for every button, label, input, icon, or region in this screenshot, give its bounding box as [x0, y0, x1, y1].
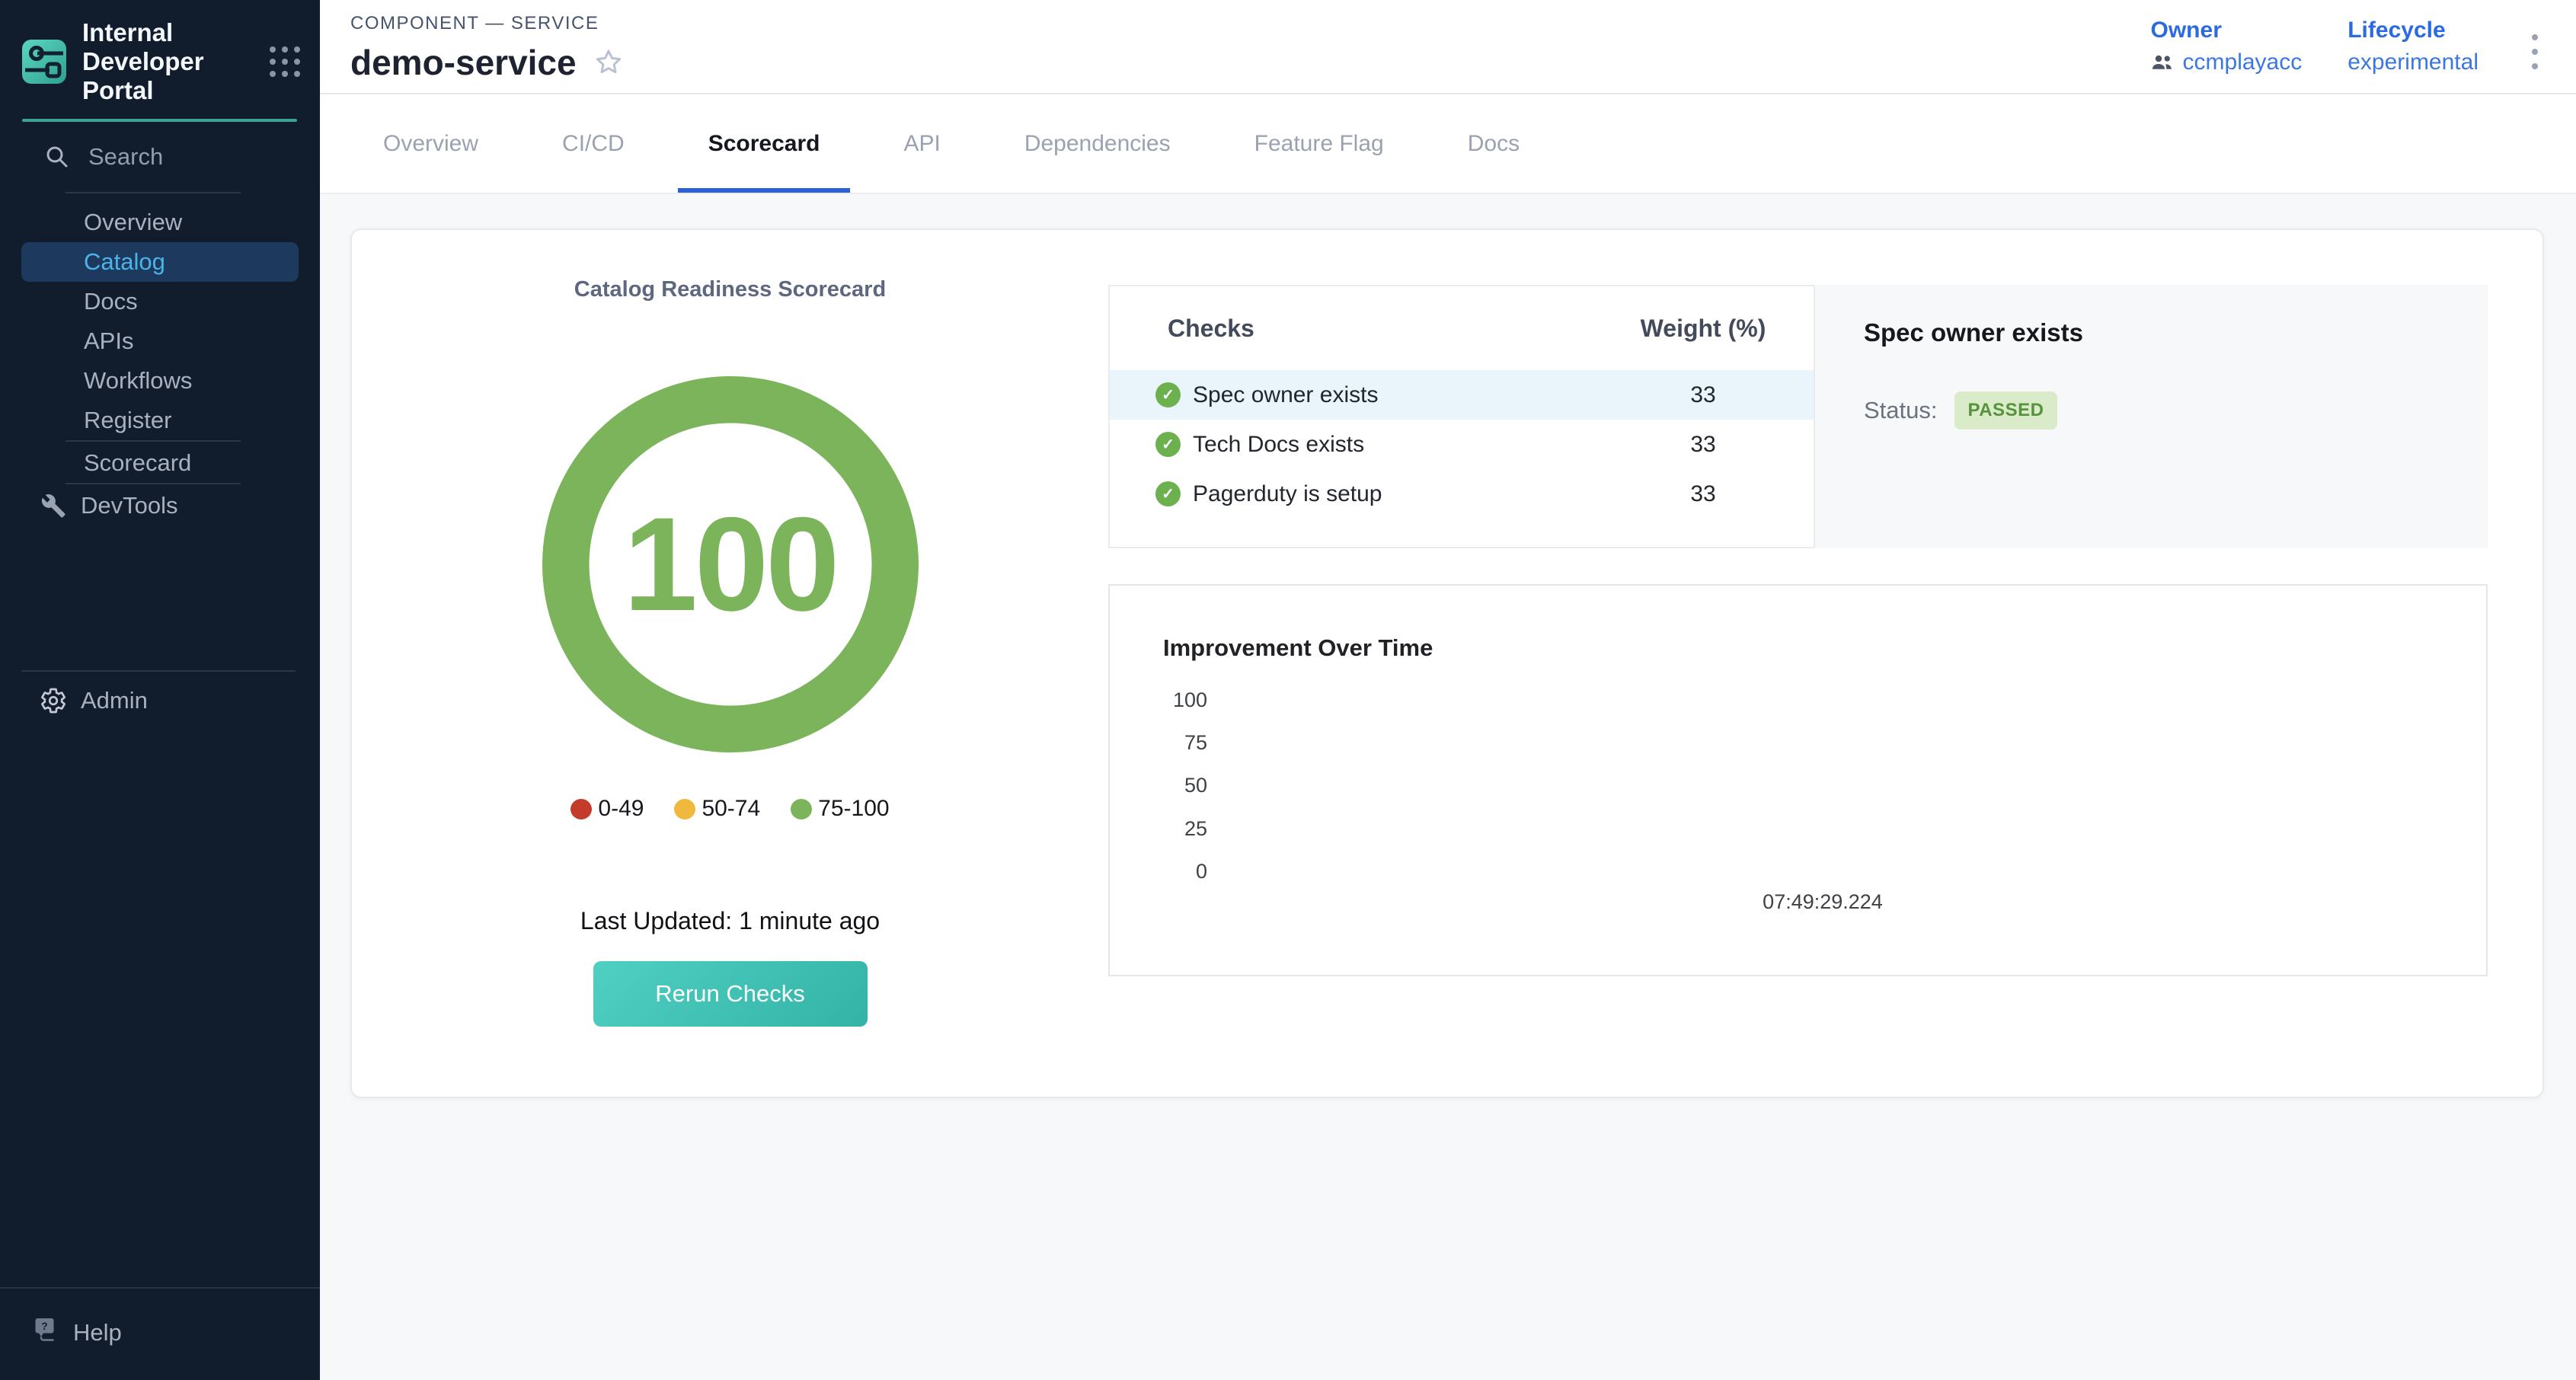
sidebar-item-label: DevTools: [81, 492, 178, 519]
help-chat-icon: ?: [32, 1316, 59, 1350]
chart-title: Improvement Over Time: [1163, 634, 1433, 662]
check-detail-panel: Spec owner exists Status: PASSED: [1815, 285, 2488, 548]
rerun-checks-button[interactable]: Rerun Checks: [593, 961, 868, 1027]
apps-grid-icon[interactable]: [270, 46, 300, 77]
sidebar-item-docs[interactable]: Docs: [21, 282, 299, 321]
lifecycle-block: Lifecycle experimental: [2347, 18, 2479, 75]
entity-header: COMPONENT — SERVICE demo-service Owner: [320, 0, 2576, 94]
sidebar-item-apis[interactable]: APIs: [21, 321, 299, 361]
lifecycle-value: experimental: [2347, 50, 2479, 75]
owner-value[interactable]: ccmplayacc: [2151, 50, 2303, 75]
legend-dot-red: [570, 799, 592, 819]
brand-row: Internal Developer Portal: [0, 0, 320, 119]
tab-scorecard[interactable]: Scorecard: [678, 94, 851, 193]
search-icon: [44, 144, 70, 170]
legend-dot-green: [791, 799, 812, 819]
y-axis-tick: 75: [1123, 731, 1207, 755]
sidebar-nav-secondary: Scorecard: [0, 442, 320, 483]
tab-overview[interactable]: Overview: [353, 94, 509, 193]
tab-cicd[interactable]: CI/CD: [532, 94, 655, 193]
y-axis-tick: 100: [1123, 688, 1207, 712]
status-badge: PASSED: [1954, 391, 2058, 430]
gear-icon: [38, 687, 69, 714]
sidebar-item-catalog[interactable]: Catalog: [21, 242, 299, 282]
tab-api[interactable]: API: [873, 94, 970, 193]
score-details: Checks Weight (%) ✓ Spec owner exists 33…: [1108, 230, 2542, 1097]
sidebar-item-register[interactable]: Register: [21, 401, 299, 440]
check-weight: 33: [1593, 432, 1814, 458]
svg-text:?: ?: [41, 1321, 47, 1332]
check-row-spec-owner[interactable]: ✓ Spec owner exists 33: [1110, 370, 1814, 420]
sidebar-item-workflows[interactable]: Workflows: [21, 361, 299, 401]
y-axis-tick: 0: [1123, 860, 1207, 883]
check-weight: 33: [1593, 382, 1814, 408]
owner-label: Owner: [2151, 18, 2303, 43]
improvement-chart: Improvement Over Time 100 75 50 25 0 07:…: [1108, 584, 2488, 976]
checks-table: Checks Weight (%) ✓ Spec owner exists 33…: [1108, 285, 1815, 548]
sidebar-footer: ? Help: [0, 1287, 320, 1380]
weight-header-label: Weight (%): [1593, 315, 1814, 343]
legend-item-mid: 50-74: [674, 796, 760, 822]
sidebar-nav-tools: DevTools: [0, 484, 320, 525]
sidebar-item-overview[interactable]: Overview: [21, 203, 299, 242]
check-circle-icon: ✓: [1155, 481, 1181, 506]
owner-block: Owner ccmplayacc: [2151, 18, 2303, 75]
score-value: 100: [542, 375, 919, 753]
help-label: Help: [73, 1319, 122, 1346]
legend-dot-yellow: [674, 799, 695, 819]
tab-feature-flag[interactable]: Feature Flag: [1224, 94, 1414, 193]
y-axis-tick: 50: [1123, 774, 1207, 797]
check-row-tech-docs[interactable]: ✓ Tech Docs exists 33: [1110, 420, 1814, 469]
sidebar-nav-admin: Admin: [0, 672, 320, 720]
status-label: Status:: [1864, 397, 1938, 424]
lifecycle-label: Lifecycle: [2347, 18, 2479, 43]
page-title: demo-service: [350, 42, 577, 83]
sidebar: Internal Developer Portal Search Overvie…: [0, 0, 320, 1380]
y-axis-tick: 25: [1123, 817, 1207, 841]
scorecard-card: Catalog Readiness Scorecard 100 0-49: [350, 228, 2544, 1098]
sidebar-item-label: Admin: [81, 687, 148, 714]
star-outline-icon[interactable]: [593, 47, 624, 78]
legend-item-low: 0-49: [570, 796, 644, 822]
kebab-menu-icon[interactable]: [2524, 28, 2546, 75]
main-area: COMPONENT — SERVICE demo-service Owner: [320, 0, 2576, 1380]
app-root: Internal Developer Portal Search Overvie…: [0, 0, 2576, 1380]
scorecard-title: Catalog Readiness Scorecard: [574, 277, 886, 302]
users-icon: [2151, 53, 2174, 72]
check-row-pagerduty[interactable]: ✓ Pagerduty is setup 33: [1110, 469, 1814, 519]
breadcrumb: COMPONENT — SERVICE: [350, 13, 624, 34]
entity-tabs: Overview CI/CD Scorecard API Dependencie…: [320, 94, 2576, 194]
sidebar-item-scorecard[interactable]: Scorecard: [21, 443, 299, 483]
sidebar-item-admin[interactable]: Admin: [21, 681, 299, 720]
x-axis-tick: 07:49:29.224: [1207, 890, 2438, 914]
check-circle-icon: ✓: [1155, 382, 1181, 407]
portal-logo-icon: [22, 40, 66, 84]
sidebar-item-devtools[interactable]: DevTools: [21, 486, 299, 525]
score-legend: 0-49 50-74 75-100: [570, 796, 889, 822]
legend-item-high: 75-100: [791, 796, 889, 822]
score-gauge: 100: [542, 375, 919, 753]
last-updated-text: Last Updated: 1 minute ago: [580, 907, 880, 935]
score-summary: Catalog Readiness Scorecard 100 0-49: [352, 230, 1108, 1097]
check-circle-icon: ✓: [1155, 432, 1181, 457]
content-area: Catalog Readiness Scorecard 100 0-49: [320, 194, 2576, 1380]
checks-table-header: Checks Weight (%): [1110, 286, 1814, 370]
tab-docs[interactable]: Docs: [1437, 94, 1550, 193]
brand-title: Internal Developer Portal: [82, 18, 250, 105]
checks-header-label: Checks: [1168, 315, 1254, 343]
sidebar-nav: Overview Catalog Docs APIs Workflows Reg…: [0, 193, 320, 440]
wrench-icon: [38, 493, 69, 519]
search-label: Search: [88, 143, 163, 171]
sidebar-search[interactable]: Search: [0, 122, 320, 192]
check-weight: 33: [1593, 481, 1814, 507]
sidebar-item-help[interactable]: ? Help: [32, 1316, 299, 1350]
check-detail-title: Spec owner exists: [1864, 318, 2457, 347]
tab-dependencies[interactable]: Dependencies: [994, 94, 1201, 193]
